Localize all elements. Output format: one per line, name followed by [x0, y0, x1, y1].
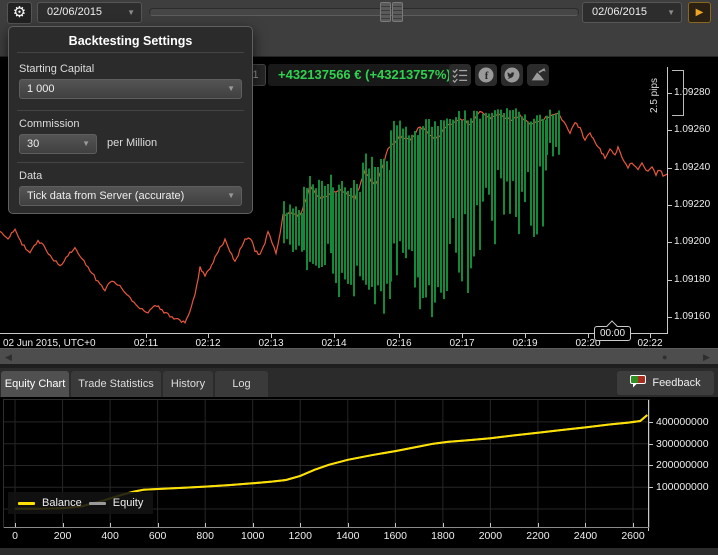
equity-x-tick-label: 400 [88, 530, 132, 542]
bottom-tab-bar: Equity Chart Trade Statistics History Lo… [0, 368, 718, 397]
scroll-left-icon[interactable]: ◀ [5, 349, 12, 365]
share-facebook-button[interactable]: f [475, 64, 497, 86]
equity-x-tick-label: 0 [0, 530, 37, 542]
equity-legend: Balance Equity [8, 492, 153, 514]
share-twitter-button[interactable] [501, 64, 523, 86]
date-range-slider-track[interactable] [149, 8, 579, 16]
date-range-slider-handles[interactable] [380, 2, 404, 22]
start-date-value: 02/06/2015 [47, 6, 102, 18]
equity-x-tick-label: 1000 [231, 530, 275, 542]
balance-line-swatch [18, 502, 35, 505]
checklist-button[interactable] [449, 64, 471, 86]
equity-x-tick-label: 1600 [373, 530, 417, 542]
gear-icon: ⚙ [13, 4, 26, 21]
equity-chart-panel: 400000000 300000000 200000000 100000000 0 20… [0, 397, 718, 555]
chevron-down-icon: ▼ [227, 187, 235, 205]
chevron-down-icon: ▼ [227, 80, 235, 98]
equity-line-swatch [89, 502, 106, 505]
chart-scrollbar[interactable]: ◀ ● ▶ [0, 348, 718, 364]
price-axis-line [667, 67, 668, 334]
slider-handle-left[interactable] [380, 2, 391, 22]
equity-x-tick-label: 2400 [563, 530, 607, 542]
tab-log[interactable]: Log [215, 371, 268, 397]
equity-x-tick-label: 1400 [326, 530, 370, 542]
starting-capital-label: Starting Capital [19, 63, 94, 75]
pip-scale-label: 2.5 pips [649, 66, 662, 124]
backtester-window: ⚙ 02/06/2015 ▼ 02/06/2015 ▼ ▶ 1 +4321375… [0, 0, 718, 555]
chevron-down-icon: ▼ [127, 3, 135, 22]
price-tick-label: 1.09240 [674, 162, 718, 173]
equity-x-tick-label: 800 [183, 530, 227, 542]
midnight-marker: 00:00 [594, 326, 631, 341]
end-date-value: 02/06/2015 [592, 6, 647, 18]
equity-x-tick-label: 2200 [516, 530, 560, 542]
divider [17, 52, 244, 53]
price-tick-label: 1.09200 [674, 236, 718, 247]
facebook-icon: f [478, 67, 494, 83]
price-tick-label: 1.09220 [674, 199, 718, 210]
publish-chart-icon [530, 67, 546, 83]
equity-x-tick-label: 200 [41, 530, 85, 542]
profit-readout: +432137566 € (+43213757%) [268, 64, 461, 86]
slider-handle-right[interactable] [392, 2, 403, 22]
equity-y-tick-label: 300000000 [656, 438, 716, 450]
popup-title: Backtesting Settings [9, 34, 252, 48]
tab-equity-chart[interactable]: Equity Chart [1, 371, 69, 397]
commission-suffix-label: per Million [107, 137, 157, 149]
publish-chart-button[interactable] [527, 64, 549, 86]
feedback-bubble-icon [630, 375, 647, 388]
data-source-select[interactable]: Tick data from Server (accurate) ▼ [19, 186, 242, 206]
scroll-right-icon[interactable]: ▶ [703, 349, 710, 365]
tab-trade-statistics[interactable]: Trade Statistics [71, 371, 161, 397]
scroll-dot-icon[interactable]: ● [662, 349, 667, 365]
equity-x-tick-label: 1200 [278, 530, 322, 542]
equity-y-tick-label: 100000000 [656, 481, 716, 493]
equity-y-tick-label: 200000000 [656, 459, 716, 471]
equity-x-tick-label: 2600 [611, 530, 655, 542]
checklist-icon [452, 67, 468, 83]
data-source-label: Data [19, 170, 42, 182]
tab-history[interactable]: History [163, 371, 213, 397]
feedback-button[interactable]: Feedback [617, 371, 714, 395]
pip-scale-bracket [672, 70, 684, 116]
price-tick-label: 1.09260 [674, 124, 718, 135]
starting-capital-select[interactable]: 1 000 ▼ [19, 79, 242, 99]
end-date-picker[interactable]: 02/06/2015 ▼ [582, 2, 682, 23]
equity-x-tick-label: 600 [136, 530, 180, 542]
commission-select[interactable]: 30 ▼ [19, 134, 97, 154]
chevron-down-icon: ▼ [667, 3, 675, 22]
play-icon: ▶ [696, 7, 704, 18]
backtesting-settings-popup: Backtesting Settings Starting Capital 1 … [8, 26, 253, 214]
price-tick-label: 1.09160 [674, 311, 718, 322]
equity-x-axis-line [4, 527, 649, 528]
play-button[interactable]: ▶ [688, 2, 711, 23]
price-tick-label: 1.09180 [674, 274, 718, 285]
chevron-down-icon: ▼ [82, 135, 90, 153]
twitter-icon [504, 67, 520, 83]
start-date-picker[interactable]: 02/06/2015 ▼ [37, 2, 142, 23]
legend-equity-label: Equity [113, 497, 144, 509]
bottom-strip [0, 548, 718, 555]
equity-y-tick-label: 400000000 [656, 416, 716, 428]
divider [17, 162, 244, 163]
equity-x-tick-label: 1800 [421, 530, 465, 542]
svg-text:f: f [485, 70, 489, 82]
commission-label: Commission [19, 118, 80, 130]
equity-x-tick-label: 2000 [468, 530, 512, 542]
legend-balance-label: Balance [42, 497, 82, 509]
divider [17, 110, 244, 111]
settings-gear-button[interactable]: ⚙ [7, 2, 32, 24]
